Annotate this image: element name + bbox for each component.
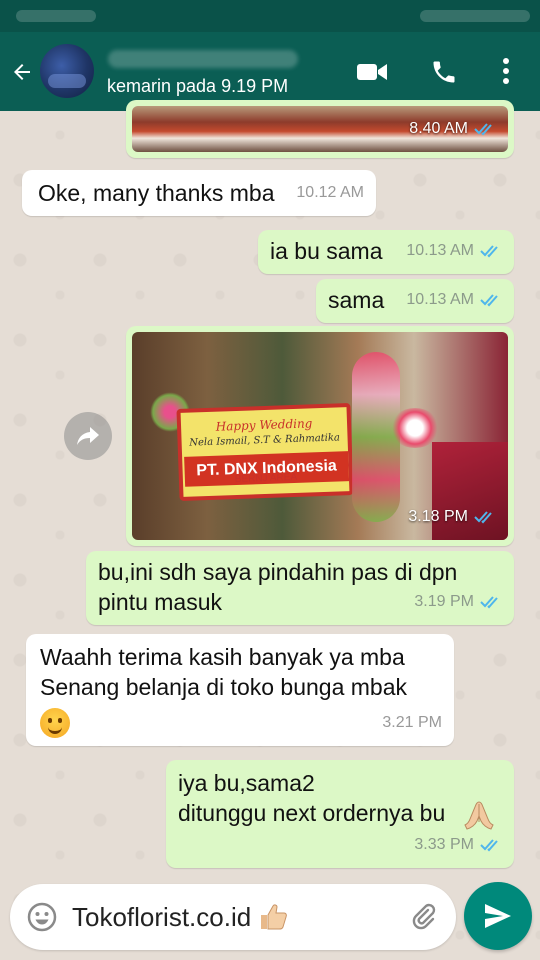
video-call-icon[interactable] [356,58,388,86]
message-meta: 8.40 AM [409,114,496,144]
message-photo[interactable]: 8.40 AM [132,106,508,152]
message-meta: 10.13 AM [406,236,502,266]
flower-board-subtitle: BERNJ AREA [234,471,298,486]
thumbs-up-emoji [261,904,288,930]
outgoing-message[interactable]: bu,ini sdh saya pindahin pas di dpn pint… [86,551,514,625]
message-time: 8.40 AM [409,120,468,137]
back-arrow-icon[interactable] [10,60,34,84]
folded-hands-emoji [464,801,494,830]
message-meta: 10.12 AM [296,178,364,208]
emoji-picker-icon[interactable] [26,901,58,933]
read-ticks-icon [480,245,498,258]
message-composer[interactable]: Tokoflorist.co.id [10,884,456,950]
message-input-value: Tokoflorist.co.id [72,901,252,932]
last-seen-status: kemarin pada 9.19 PM [107,76,289,96]
message-meta: 3.33 PM [414,830,502,860]
message-meta: 3.19 PM [414,587,502,617]
message-meta: 3.18 PM [408,502,496,532]
read-ticks-icon [480,839,498,852]
message-text: Waahh terima kasih banyak ya mba Senang … [40,644,408,700]
message-time: 10.12 AM [296,184,364,201]
message-text: iya bu,sama2 ditunggu next ordernya bu [178,770,446,826]
message-photo[interactable]: Happy Wedding Nela Ismail, S.T & Rahmati… [132,332,508,540]
avatar[interactable] [40,44,94,98]
image-message[interactable]: Happy Wedding Nela Ismail, S.T & Rahmati… [126,326,514,546]
smiling-face-emoji [40,708,70,738]
chat-header: kemarin pada 9.19 PM [0,0,540,111]
outgoing-message[interactable]: sama 10.13 AM [316,279,514,323]
message-input[interactable]: Tokoflorist.co.id [72,901,289,933]
status-bar-right-blur [420,10,530,22]
send-icon [485,904,511,928]
attach-paperclip-icon[interactable] [408,902,438,932]
voice-call-icon[interactable] [430,58,458,86]
message-time: 3.18 PM [408,508,468,525]
incoming-message[interactable]: Oke, many thanks mba 10.12 AM [22,170,376,216]
message-meta: 10.13 AM [406,285,502,315]
message-time: 10.13 AM [406,291,474,308]
message-time: 10.13 AM [406,242,474,259]
forward-button[interactable] [64,412,112,460]
status-bar [0,0,540,32]
send-button[interactable] [464,882,532,950]
flower-board: Happy Wedding Nela Ismail, S.T & Rahmati… [176,402,354,502]
read-ticks-icon [480,596,498,609]
read-ticks-icon [474,511,492,524]
message-time: 3.33 PM [414,836,474,853]
status-bar-left-blur [16,10,96,22]
message-meta: 3.21 PM [382,708,442,738]
contact-name[interactable] [108,50,298,68]
outgoing-message[interactable]: ia bu sama 10.13 AM [258,230,514,274]
incoming-message[interactable]: Waahh terima kasih banyak ya mba Senang … [26,634,454,746]
forward-icon [77,427,99,445]
image-message[interactable]: 8.40 AM [126,100,514,158]
read-ticks-icon [474,123,492,136]
overflow-menu-icon[interactable] [500,56,512,86]
message-time: 3.21 PM [382,714,442,731]
outgoing-message[interactable]: iya bu,sama2 ditunggu next ordernya bu 3… [166,760,514,868]
message-time: 3.19 PM [414,593,474,610]
read-ticks-icon [480,294,498,307]
